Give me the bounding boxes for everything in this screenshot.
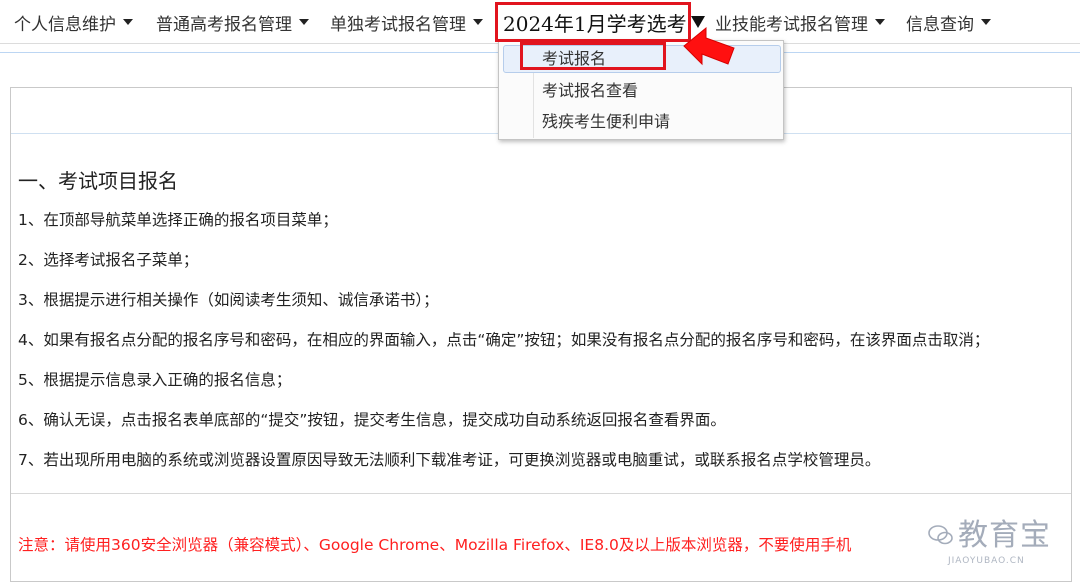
nav-separate-exam-registration[interactable]: 单独考试报名管理: [330, 0, 483, 44]
watermark: 教育宝 JIAOYUBAO.CN: [928, 510, 1078, 580]
step-item: 5、根据提示信息录入正确的报名信息；: [18, 371, 292, 389]
caret-down-icon: [299, 19, 309, 25]
step-item: 3、根据提示进行相关操作（如阅读考生须知、诚信承诺书）；: [18, 291, 439, 309]
nav-academic-exam-label: 2024年1月学考选考: [503, 11, 687, 36]
step-item: 6、确认无误，点击报名表单底部的“提交”按钮，提交考生信息，提交成功自动系统返回…: [18, 411, 726, 429]
section-heading: 一、考试项目报名: [18, 169, 178, 193]
nav-vocational-skill-registration[interactable]: 业技能考试报名管理: [715, 0, 885, 44]
nav-info-query-label: 信息查询: [906, 14, 974, 35]
menu-item-disability-accommodation[interactable]: 残疾考生便利申请: [503, 108, 781, 136]
instructions-panel: 考生 一、考试项目报名 1、在顶部导航菜单选择正确的报名项目菜单； 2、选择考试…: [10, 87, 1072, 582]
top-navigation: 个人信息维护 普通高考报名管理 单独考试报名管理 2024年1月学考选考 业技能…: [0, 0, 1080, 44]
nav-gaokao-registration[interactable]: 普通高考报名管理: [156, 0, 309, 44]
step-item: 2、选择考试报名子菜单；: [18, 251, 199, 269]
nav-academic-exam-2024-01[interactable]: 2024年1月学考选考: [503, 0, 705, 44]
nav-personal-info-label: 个人信息维护: [14, 14, 116, 35]
caret-down-icon: [875, 19, 885, 25]
step-item: 4、如果有报名点分配的报名序号和密码，在相应的界面输入，点击“确定”按钮；如果没…: [18, 331, 990, 349]
nav-info-query[interactable]: 信息查询: [906, 0, 991, 44]
watermark-text: 教育宝: [958, 518, 1051, 553]
menu-item-view-registration[interactable]: 考试报名查看: [503, 77, 781, 105]
wechat-logo-icon: [928, 525, 953, 545]
notice-divider: [11, 493, 1071, 494]
nav-separate-exam-registration-label: 单独考试报名管理: [330, 14, 466, 35]
nav-gaokao-registration-label: 普通高考报名管理: [156, 14, 292, 35]
academic-exam-dropdown-menu: 考试报名 考试报名查看 残疾考生便利申请: [498, 40, 784, 140]
step-item: 7、若出现所用电脑的系统或浏览器设置原因导致无法顺利下载准考证，可更换浏览器或电…: [18, 451, 881, 469]
step-item: 1、在顶部导航菜单选择正确的报名项目菜单；: [18, 211, 338, 229]
browser-notice: 注意：请使用360安全浏览器（兼容模式）、Google Chrome、Mozil…: [18, 536, 852, 554]
watermark-url: JIAOYUBAO.CN: [948, 556, 1025, 566]
red-pointer-arrow-icon: [683, 26, 735, 66]
nav-personal-info[interactable]: 个人信息维护: [14, 0, 133, 44]
caret-down-icon: [473, 19, 483, 25]
caret-down-icon: [123, 19, 133, 25]
caret-down-icon: [981, 19, 991, 25]
